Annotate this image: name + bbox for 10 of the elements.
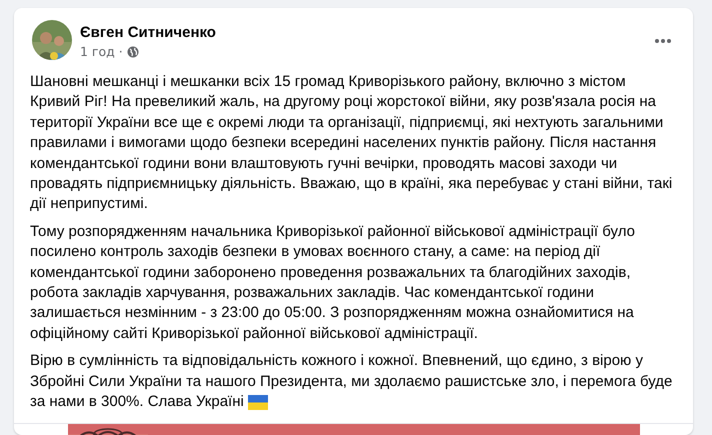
- avatar[interactable]: [32, 20, 72, 60]
- flag-icon: [248, 394, 268, 410]
- separator: ·: [118, 44, 123, 60]
- post-paragraph: Тому розпорядженням начальника Криворізької районної військової адміністрації було посилено контроль заходів безпеки в умовах воєнного стану, а саме: на період дії комендантської години заборонено проведення розважальних та благодійних заходів, робота закладів харчування, розважальних закладів. Час комендантської години залишається незмінним - з 23:00 до 05:00. З розпорядженням можна ознайомитися на офіційному сайті Криворізької районної військової адміністрації.: [30, 222, 635, 342]
- post-time[interactable]: 1 год: [80, 44, 115, 60]
- post-paragraph: Шановні мешканці і мешканки всіх 15 громад Криворізького району, включно з містом Кривий Ріг! На превеликий жаль, на другому році жорстокої війни, яку розв'язала росія на території України все ще є окремі люди та організації, підприємці, які нехтують загальними правилами і вимогами щодо безпеки всередині населених пунктів району. Після настання комендантської години вони влаштовують гучні вечірки, проводять масові заходи чи провадять підприємницьку діяльність. Вважаю, що в країні, яка перебуває у стані війни, такі дії неприпустимі.: [30, 73, 672, 212]
- post-paragraph: за нами в 300%. Слава Україні: [30, 392, 244, 412]
- author-name[interactable]: Євген Ситниченко: [80, 24, 216, 41]
- globe-icon: [126, 46, 139, 58]
- more-icon: [653, 38, 673, 44]
